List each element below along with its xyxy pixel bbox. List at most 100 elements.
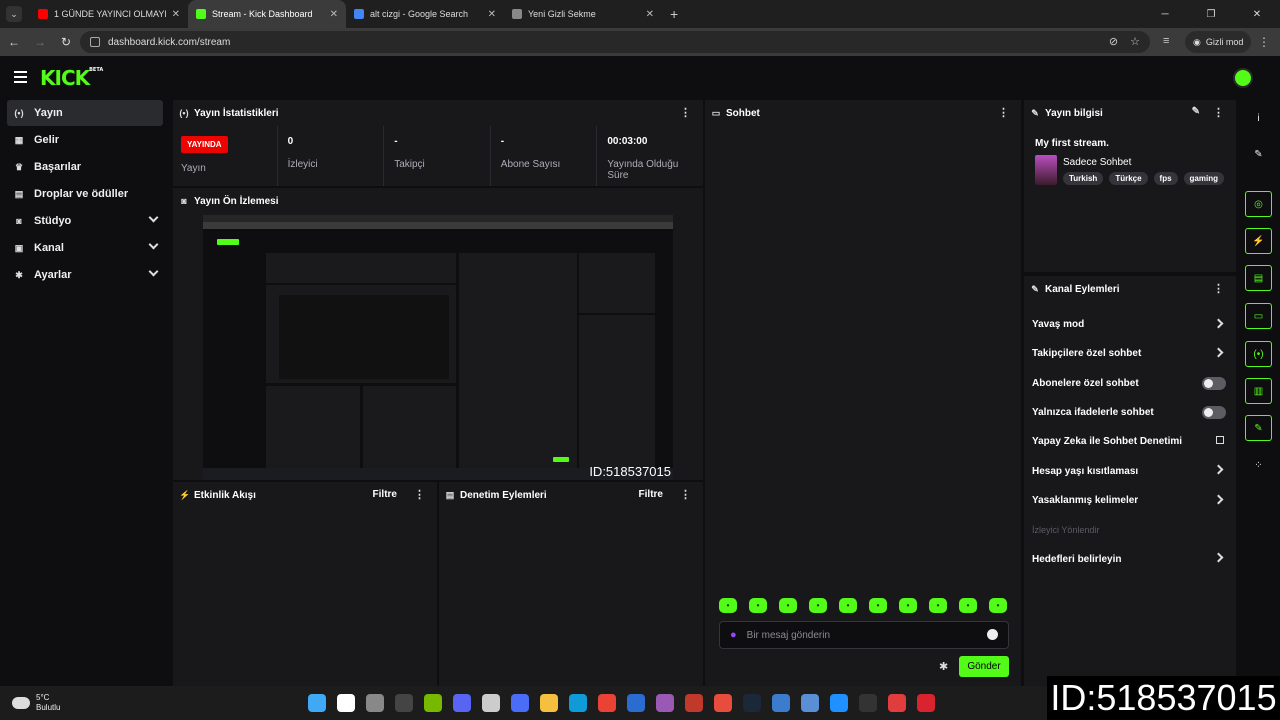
emote-7-icon[interactable]: • [899, 598, 917, 613]
chat-settings-icon[interactable]: ✱ [939, 660, 948, 673]
incognito-badge[interactable]: ◉ Gizli mod [1185, 31, 1252, 53]
menu-icon[interactable] [14, 71, 27, 86]
nvidia-icon[interactable] [424, 694, 442, 712]
send-button[interactable]: Gönder [959, 656, 1009, 677]
tab-close-icon[interactable]: ✕ [172, 9, 180, 20]
toggle-switch[interactable] [1202, 376, 1226, 390]
broadcast-icon[interactable]: (•) [1245, 341, 1272, 367]
folder-icon[interactable] [540, 694, 558, 712]
sidebar-item[interactable]: ✱ Ayarlar [7, 262, 163, 288]
tag-chip[interactable]: gaming [1183, 172, 1224, 185]
channel-action-item[interactable]: Takipçilere özel sohbet [1024, 339, 1236, 368]
browser-tab[interactable]: 1 GÜNDE YAYINCI OLMAYI DENEDİM ✕ [30, 0, 188, 28]
emote-6-icon[interactable]: • [869, 598, 887, 613]
red-app-icon[interactable] [917, 694, 935, 712]
layout-icon[interactable]: ▥ [1245, 378, 1272, 404]
url-field[interactable]: dashboard.kick.com/stream ⊘ ☆ [80, 31, 1150, 53]
tag-chip[interactable]: Türkçe [1109, 172, 1148, 185]
red-circle-icon[interactable] [714, 694, 732, 712]
sidebar-item[interactable]: ▣ Kanal [7, 235, 163, 261]
sidebar-item[interactable]: ▦ Gelir [7, 127, 163, 153]
tab-close-icon[interactable]: ✕ [488, 9, 496, 20]
channel-action-item[interactable]: Abonelere özel sohbet [1024, 369, 1236, 398]
toggle-switch[interactable] [1202, 405, 1226, 419]
maximize-icon[interactable]: ❐ [1188, 0, 1234, 28]
browser-tab[interactable]: Stream - Kick Dashboard ✕ [188, 0, 346, 28]
emote-3-icon[interactable]: • [779, 598, 797, 613]
star-icon[interactable]: ☆ [1130, 35, 1140, 48]
edit-icon[interactable]: ✎ [1192, 106, 1200, 117]
edit-icon[interactable]: ✎ [1245, 141, 1272, 167]
chat-more-icon[interactable]: ⋮ [998, 106, 1009, 119]
browser-menu-icon[interactable]: ⋮ [1258, 35, 1270, 49]
emote-10-icon[interactable]: • [989, 598, 1007, 613]
moderation-filter-button[interactable]: Filtre [639, 489, 663, 500]
steam-icon[interactable] [743, 694, 761, 712]
tag-chip[interactable]: Turkish [1063, 172, 1104, 185]
browser-tab[interactable]: Yeni Gizli Sekme ✕ [504, 0, 662, 28]
chat-input-box[interactable]: ● [719, 621, 1009, 649]
channel-action-item[interactable]: Hesap yaşı kısıtlaması [1024, 456, 1236, 485]
channel-action-item[interactable]: Yalnızca ifadelerle sohbet [1024, 398, 1236, 427]
red-icon[interactable] [685, 694, 703, 712]
emoji-picker-icon[interactable] [987, 629, 998, 640]
stats-more-icon[interactable]: ⋮ [680, 106, 691, 119]
emote-8-icon[interactable]: • [929, 598, 947, 613]
document-icon[interactable]: ▤ [1245, 265, 1272, 291]
target-icon[interactable]: ◎ [1245, 191, 1272, 217]
reload-icon[interactable]: ↻ [54, 35, 78, 49]
sidebar-item[interactable]: (•) Yayın [7, 100, 163, 126]
activity-filter-button[interactable]: Filtre [373, 489, 397, 500]
microphone-icon[interactable]: ● [730, 629, 737, 641]
browser-tab[interactable]: alt cizgi - Google Search ✕ [346, 0, 504, 28]
tab-search-icon[interactable]: ⌄ [6, 6, 22, 22]
lightning-icon[interactable]: ⚡ [1245, 228, 1272, 254]
stream-info-more-icon[interactable]: ⋮ [1213, 106, 1224, 119]
moderation-more-icon[interactable]: ⋮ [680, 488, 691, 501]
search-icon[interactable] [337, 694, 355, 712]
close-window-icon[interactable]: ✕ [1234, 0, 1280, 28]
activity-more-icon[interactable]: ⋮ [414, 488, 425, 501]
blue-icon[interactable] [830, 694, 848, 712]
windows-start-icon[interactable] [308, 694, 326, 712]
info-icon[interactable]: i [1245, 105, 1272, 131]
obs-icon[interactable] [859, 694, 877, 712]
stream-preview-video[interactable]: ID:518537015 [203, 215, 673, 480]
chat-icon[interactable]: ▭ [1245, 303, 1272, 329]
edge-icon[interactable] [569, 694, 587, 712]
share-icon[interactable]: ⁘ [1245, 452, 1272, 478]
emote-9-icon[interactable]: • [959, 598, 977, 613]
files-icon[interactable] [366, 694, 384, 712]
ps-icon[interactable] [511, 694, 529, 712]
minimize-icon[interactable]: ─ [1142, 0, 1188, 28]
user-avatar[interactable] [1233, 68, 1253, 88]
mail-icon[interactable] [627, 694, 645, 712]
emote-5-icon[interactable]: • [839, 598, 857, 613]
cube-icon[interactable] [801, 694, 819, 712]
rec-icon[interactable] [888, 694, 906, 712]
site-info-icon[interactable] [90, 37, 100, 47]
channel-action-item[interactable]: Yavaş mod [1024, 310, 1236, 339]
new-tab-icon[interactable]: + [670, 6, 678, 22]
eye-off-icon[interactable]: ⊘ [1109, 35, 1118, 48]
epic-icon[interactable] [395, 694, 413, 712]
back-icon[interactable]: ← [2, 35, 26, 49]
tag-chip[interactable]: fps [1153, 172, 1178, 185]
settings-icon[interactable] [482, 694, 500, 712]
sidebar-item[interactable]: ♛ Başarılar [7, 154, 163, 180]
reading-list-icon[interactable]: ≡ [1163, 35, 1169, 47]
game-icon[interactable] [772, 694, 790, 712]
chrome-icon[interactable] [598, 694, 616, 712]
app-icon[interactable] [656, 694, 674, 712]
weather-widget[interactable]: 5°C Bulutlu [12, 693, 60, 713]
sidebar-item[interactable]: ◙ Stüdyo [7, 208, 163, 234]
sidebar-item[interactable]: ▤ Droplar ve ödüller [7, 181, 163, 207]
chat-message-input[interactable] [746, 629, 967, 641]
channel-action-item[interactable]: Yapay Zeka ile Sohbet Denetimi [1024, 427, 1236, 456]
tab-close-icon[interactable]: ✕ [330, 9, 338, 20]
emote-2-icon[interactable]: • [749, 598, 767, 613]
emote-1-icon[interactable]: • [719, 598, 737, 613]
kick-logo[interactable]: KICKBETA [40, 66, 103, 90]
channel-actions-more-icon[interactable]: ⋮ [1213, 282, 1224, 295]
emote-4-icon[interactable]: • [809, 598, 827, 613]
